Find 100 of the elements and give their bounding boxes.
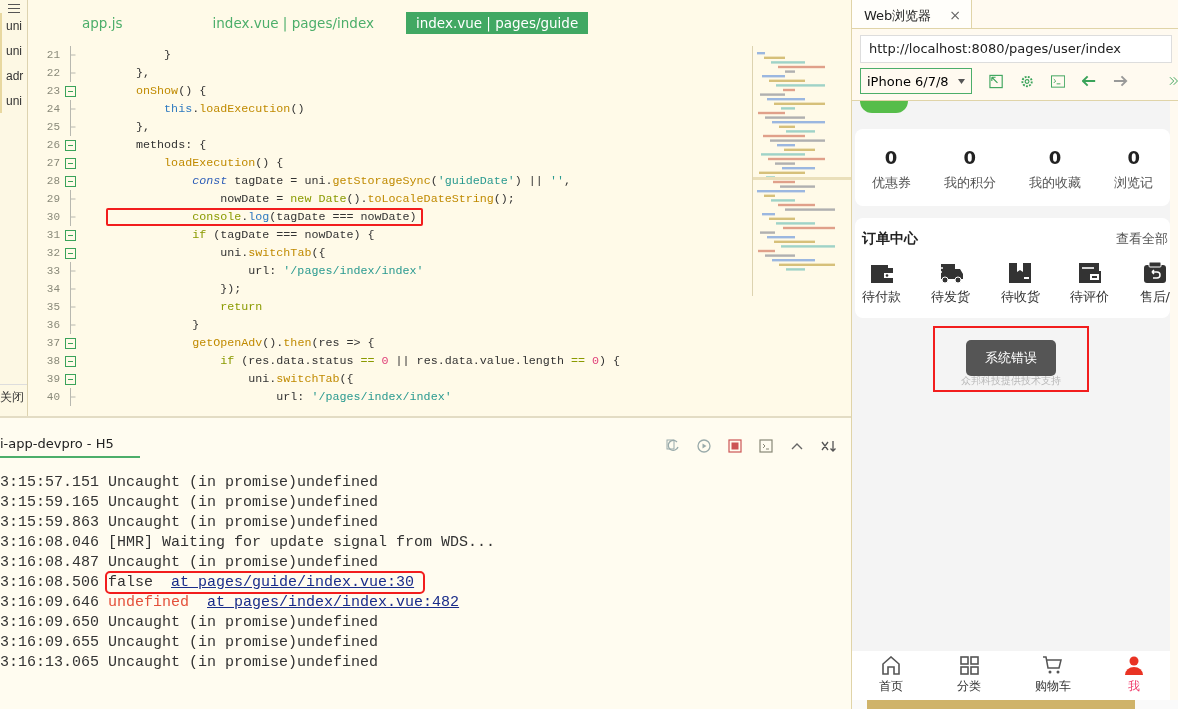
resize-icon[interactable]	[988, 73, 1004, 89]
card-icon[interactable]	[1077, 262, 1102, 284]
line-number: 40	[45, 391, 60, 403]
user-icon[interactable]	[1125, 656, 1143, 675]
source-link[interactable]: at pages/guide/index.vue:30	[171, 573, 415, 591]
code-line: url: '/pages/index/index'	[247, 263, 425, 280]
fold-icon[interactable]	[65, 337, 76, 349]
fold-icon[interactable]	[65, 229, 76, 241]
source-link[interactable]: at pages/index/index.vue:482	[207, 593, 460, 611]
terminal-icon[interactable]	[759, 439, 773, 453]
stat-value: 0	[1127, 147, 1141, 168]
device-dropdown[interactable]: iPhone 6/7/8	[860, 68, 972, 94]
code-line: getOpenAdv().then(res => {	[191, 335, 376, 352]
tab-label[interactable]: 我	[1128, 678, 1140, 695]
log-message: Uncaught (in promise)undefined	[108, 553, 379, 571]
line-number: 21	[45, 49, 60, 61]
line-number: 37	[45, 337, 60, 349]
forward-arrow-icon[interactable]	[1113, 75, 1128, 87]
line-number: 33	[45, 265, 60, 277]
log-time: 3:15:59.863	[0, 513, 100, 531]
play-icon[interactable]	[697, 439, 711, 453]
back-arrow-icon[interactable]	[1082, 75, 1097, 87]
log-message: Uncaught (in promise)undefined	[108, 653, 379, 671]
wallet-icon[interactable]	[869, 262, 894, 284]
stat-label[interactable]: 优惠券	[871, 174, 911, 192]
line-number: 22	[45, 67, 60, 79]
refresh-icon[interactable]	[666, 439, 680, 453]
code-line: }	[191, 317, 201, 334]
stop-icon[interactable]	[728, 439, 742, 453]
close-label[interactable]: 关闭	[0, 384, 27, 416]
log-time: 3:16:08.046	[0, 533, 100, 551]
log-message: Uncaught (in promise)undefined	[108, 633, 379, 651]
stat-value: 0	[963, 147, 977, 168]
log-time: 3:16:08.506	[0, 573, 100, 591]
browser-tab[interactable]: Web浏览器 ×	[852, 0, 973, 28]
line-number: 38	[45, 355, 60, 367]
grid-icon[interactable]	[959, 656, 979, 675]
stat-label[interactable]: 浏览记	[1114, 174, 1154, 192]
fold-icon[interactable]	[65, 157, 76, 169]
code-line: const tagDate = uni.getStorageSync('guideDate') || '',	[191, 173, 572, 190]
settings-icon[interactable]	[1020, 73, 1035, 89]
code-line: if (res.data.status == 0 || res.data.value.length == 0) {	[219, 353, 622, 370]
clear-icon[interactable]	[821, 439, 837, 453]
log-time: 3:16:09.655	[0, 633, 100, 651]
log-time: 3:16:13.065	[0, 653, 100, 671]
home-icon[interactable]	[881, 656, 901, 675]
order-status-label[interactable]: 待收货	[1000, 288, 1040, 306]
log-message: Uncaught (in promise)undefined	[108, 493, 379, 511]
log-time: 3:15:59.165	[0, 493, 100, 511]
tab-label[interactable]: 分类	[957, 678, 981, 695]
stat-label[interactable]: 我的积分	[943, 174, 996, 192]
log-message: Uncaught (in promise)undefined	[108, 613, 379, 631]
line-number: 34	[45, 283, 60, 295]
code-line: }	[163, 47, 173, 64]
section-title: 订单中心	[862, 230, 918, 248]
code-line: url: '/pages/index/index'	[275, 389, 453, 406]
line-number: 27	[45, 157, 60, 169]
line-number: 28	[45, 175, 60, 187]
terminal-icon[interactable]	[1051, 74, 1066, 88]
minimap-drawing[interactable]	[752, 46, 851, 296]
line-number: 25	[45, 121, 60, 133]
chevron-icon[interactable]	[1168, 76, 1178, 86]
cart-icon[interactable]	[1043, 656, 1063, 675]
fold-icon[interactable]	[65, 355, 76, 367]
fold-icon[interactable]	[65, 85, 76, 97]
url-field[interactable]: http://localhost:8080/pages/user/index	[860, 35, 1172, 63]
stat-value: 0	[1048, 147, 1062, 168]
code-line: },	[135, 65, 152, 82]
code-line: if (tagDate === nowDate) {	[191, 227, 376, 244]
code-line: },	[135, 119, 152, 136]
order-status-label[interactable]: 待发货	[931, 288, 971, 306]
line-number: 35	[45, 301, 60, 313]
order-status-label[interactable]: 待付款	[862, 288, 901, 306]
view-all-link[interactable]: 查看全部	[1116, 230, 1168, 248]
stat-label[interactable]: 我的收藏	[1029, 174, 1082, 192]
line-number: 24	[45, 103, 60, 115]
menu-icon[interactable]	[8, 4, 20, 13]
code-line: });	[219, 281, 243, 298]
tab-label[interactable]: 购物车	[1035, 678, 1071, 695]
log-time: 3:16:08.487	[0, 553, 100, 571]
order-status-label[interactable]: 售后/	[1139, 288, 1170, 306]
line-number: 30	[45, 211, 60, 223]
fold-icon[interactable]	[65, 139, 76, 151]
fold-icon[interactable]	[65, 373, 76, 385]
line-number: 36	[45, 319, 60, 331]
log-time: 3:16:09.646	[0, 593, 100, 611]
code-line: loadExecution() {	[163, 155, 285, 172]
scrollbar-thumb[interactable]	[867, 700, 1135, 709]
code-line: return	[219, 299, 264, 316]
code-line: nowDate = new Date().toLocaleDateString();	[219, 191, 516, 208]
log-message: undefined	[108, 593, 190, 611]
console-tab[interactable]: i-app-devpro - H5	[0, 434, 140, 458]
order-status-label[interactable]: 待评价	[1070, 288, 1110, 306]
fold-icon[interactable]	[65, 175, 76, 187]
box-icon[interactable]	[1008, 262, 1033, 284]
close-button[interactable]: ×	[949, 7, 962, 23]
fold-icon[interactable]	[65, 247, 76, 259]
log-message: false	[108, 573, 154, 591]
return-icon[interactable]	[1142, 262, 1167, 284]
tab-label[interactable]: 首页	[879, 678, 903, 695]
